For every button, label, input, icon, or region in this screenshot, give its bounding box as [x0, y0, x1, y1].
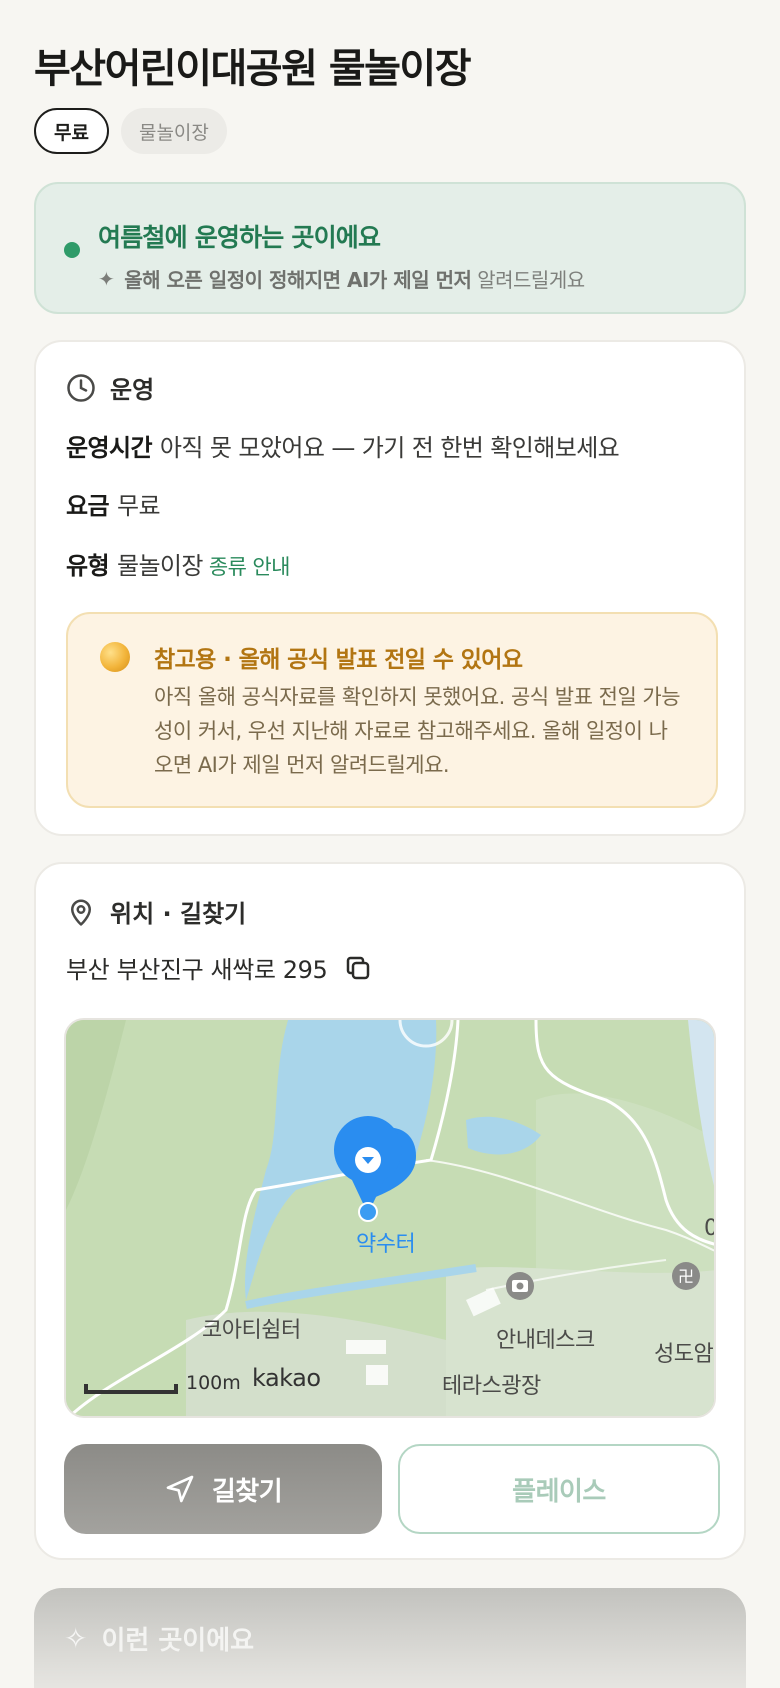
map-view[interactable]: 卍 약수터 코아티쉼터 안내데스크 성도암 테라스광장 0 100m kakao [64, 1018, 716, 1418]
status-dot-icon [64, 242, 80, 258]
location-section-header: 위치 · 길찾기 [66, 894, 246, 929]
tag-chips: 무료 물놀이장 [34, 108, 227, 154]
notice-sub-strong: 올해 오픈 일정이 정해지면 AI가 제일 먼저 [124, 268, 472, 292]
map-label-edge: 0 [704, 1216, 714, 1241]
type-value: 물놀이장 [116, 552, 204, 580]
notice-headline: 여름철에 운영하는 곳이에요 [98, 223, 381, 252]
type-row: 유형 물놀이장 종류 안내 [66, 546, 290, 581]
copy-icon[interactable] [343, 953, 373, 983]
location-pin-icon [71, 899, 91, 926]
map-provider-logo: kakao [252, 1364, 321, 1392]
map-scale: 100m [186, 1372, 241, 1394]
route-button-label: 길찾기 [211, 1476, 283, 1507]
map-label-coati[interactable]: 코아티쉼터 [202, 1312, 301, 1344]
page-title: 부산어린이대공원 물놀이장 [34, 46, 472, 92]
map-label-pin[interactable]: 약수터 [356, 1226, 416, 1258]
route-button[interactable]: 길찾기 [64, 1444, 382, 1534]
operation-section-header: 운영 [66, 370, 154, 405]
season-notice: 여름철에 운영하는 곳이에요 ✦ 올해 오픈 일정이 정해지면 AI가 제일 먼… [34, 182, 746, 314]
moon-icon [100, 642, 130, 672]
svg-text:卍: 卍 [678, 1267, 694, 1286]
sparkle-icon: ✦ [98, 266, 115, 291]
reference-warning: 참고용 · 올해 공식 발표 전일 수 있어요 아직 올해 공식자료를 확인하지… [66, 612, 718, 808]
notice-subtext: ✦ 올해 오픈 일정이 정해지면 AI가 제일 먼저 알려드릴게요 [98, 264, 585, 293]
fee-value: 무료 [116, 492, 161, 520]
type-guide-link[interactable]: 종류 안내 [209, 555, 291, 579]
type-label: 유형 [66, 552, 110, 580]
chip-category[interactable]: 물놀이장 [120, 108, 227, 154]
hours-label: 운영시간 [66, 434, 153, 462]
about-section-title: 이런 곳이에요 [101, 1626, 255, 1656]
place-button-label: 플레이스 [512, 1476, 606, 1507]
hours-row: 운영시간 아직 못 모았어요 — 가기 전 한번 확인해보세요 [66, 428, 620, 463]
warning-body: 아직 올해 공식자료를 확인하지 못했어요. 공식 발표 전일 가능성이 커서,… [154, 685, 681, 777]
address-text: 부산 부산진구 새싹로 295 [66, 956, 328, 984]
location-card: 위치 · 길찾기 부산 부산진구 새싹로 295 卍 약수터 코아티쉼터 안내데… [34, 862, 746, 1560]
map-label-temple[interactable]: 성도암 [654, 1336, 714, 1368]
about-card: ✧ 이런 곳이에요 [34, 1588, 746, 1688]
fee-label: 요금 [66, 492, 110, 520]
chip-free[interactable]: 무료 [34, 108, 109, 154]
warning-title: 참고용 · 올해 공식 발표 전일 수 있어요 [154, 647, 523, 673]
map-label-info[interactable]: 안내데스크 [496, 1322, 595, 1354]
fee-row: 요금 무료 [66, 486, 161, 521]
address-row: 부산 부산진구 새싹로 295 [66, 950, 373, 985]
about-section-header: ✧ 이런 곳이에요 [64, 1620, 254, 1657]
map-canvas: 卍 [66, 1020, 714, 1416]
place-button[interactable]: 플레이스 [398, 1444, 720, 1534]
notice-sub-rest: 알려드릴게요 [477, 268, 585, 292]
operation-section-title: 운영 [110, 376, 155, 404]
location-section-title: 위치 · 길찾기 [110, 900, 247, 928]
clock-icon [67, 373, 95, 402]
operation-card: 운영 운영시간 아직 못 모았어요 — 가기 전 한번 확인해보세요 요금 무료 유… [34, 340, 746, 836]
sparkle-icon: ✧ [64, 1622, 88, 1655]
hours-value: 아직 못 모았어요 — 가기 전 한번 확인해보세요 [159, 434, 620, 462]
map-label-terrace[interactable]: 테라스광장 [442, 1368, 541, 1400]
navigation-arrow-icon [166, 1475, 194, 1503]
